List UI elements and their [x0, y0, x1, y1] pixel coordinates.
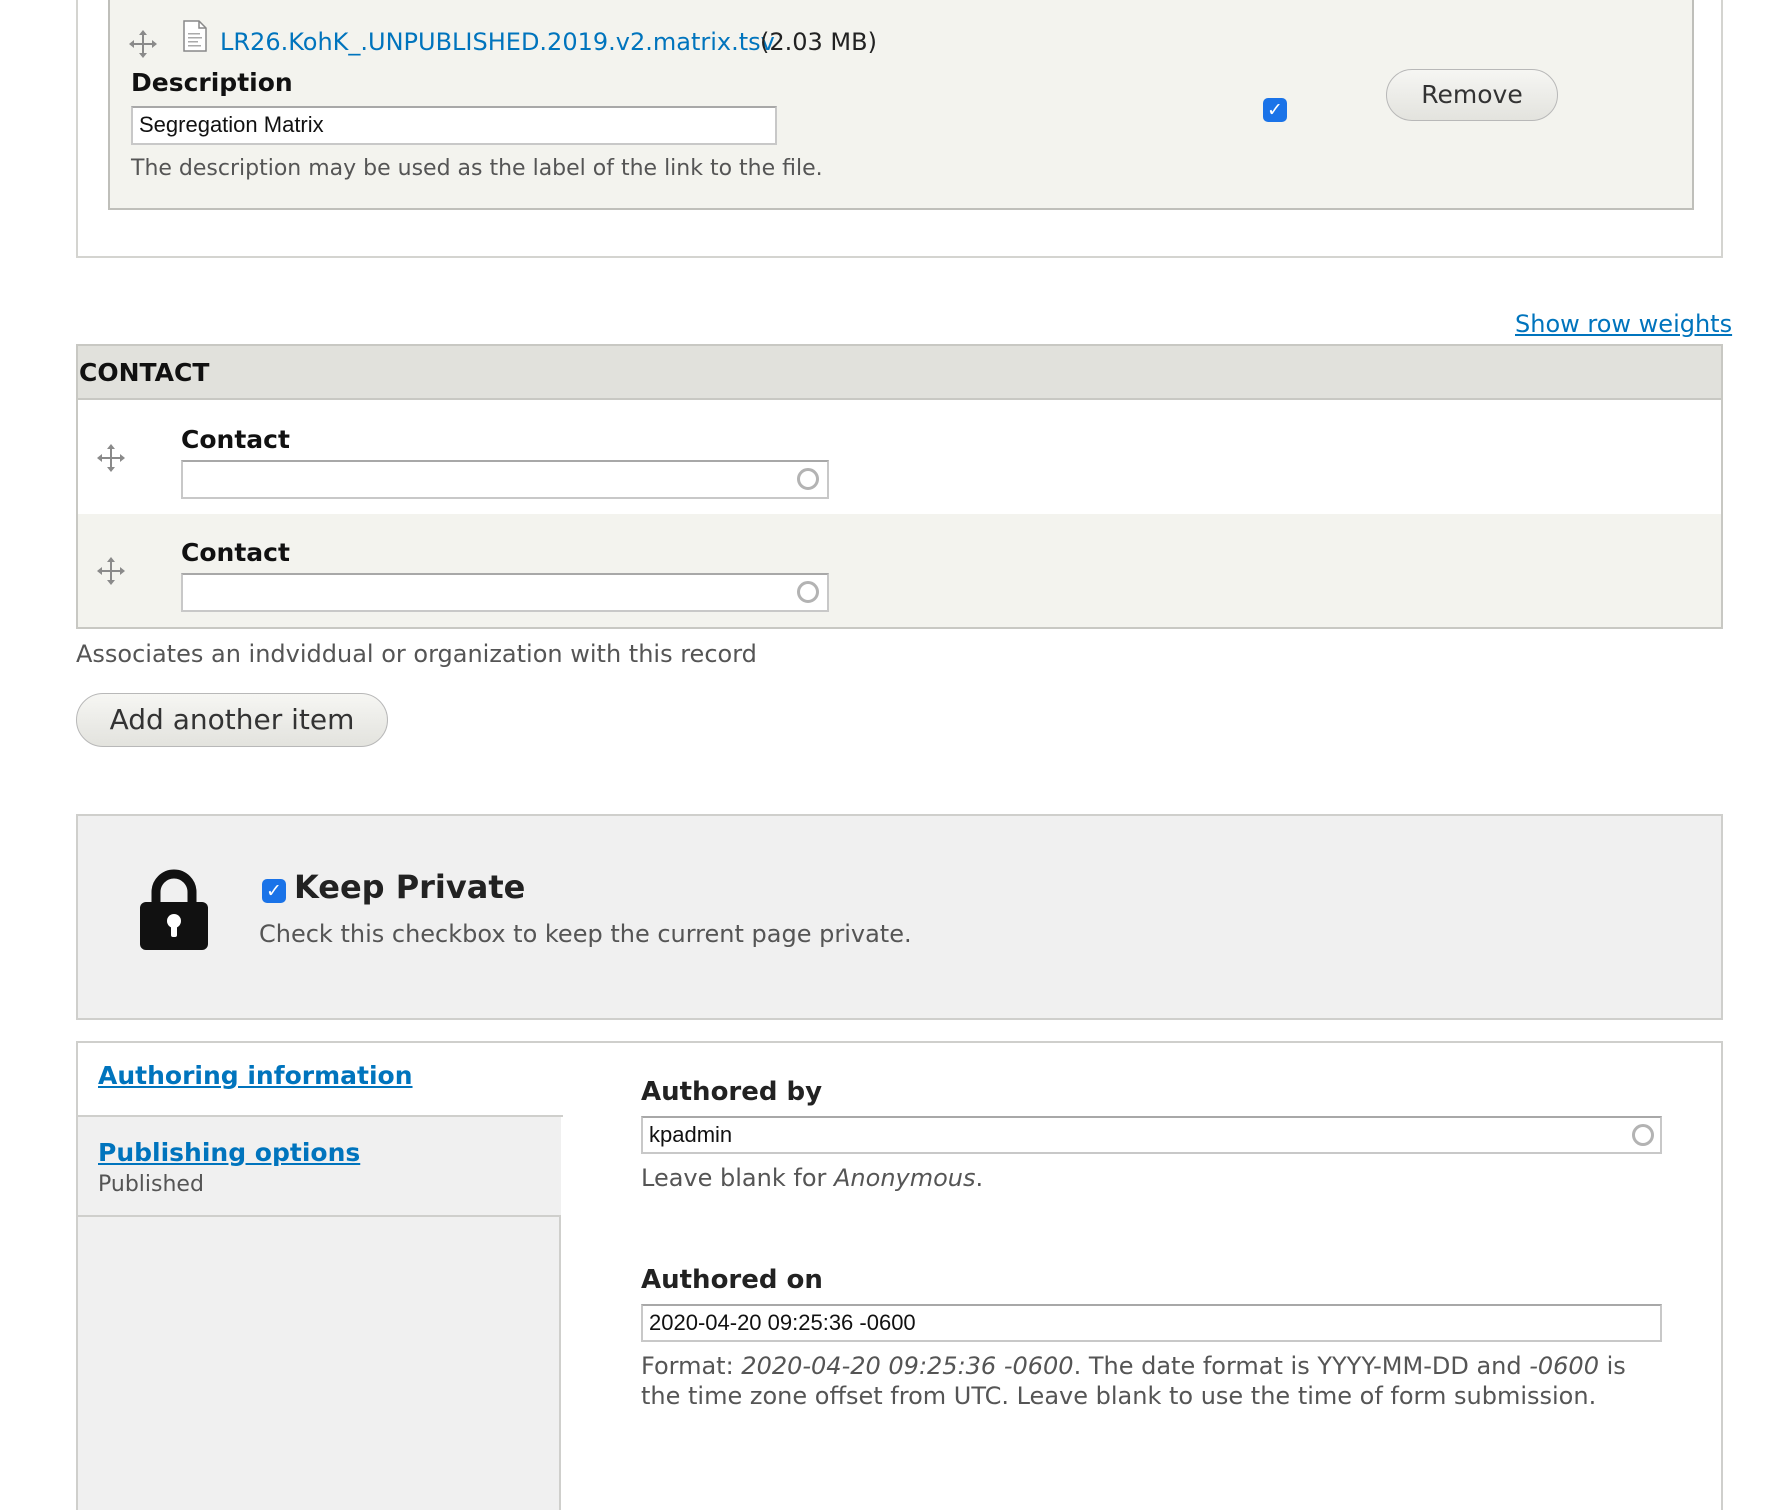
- description-help: The description may be used as the label…: [131, 156, 823, 181]
- add-another-item-button[interactable]: Add another item: [76, 693, 388, 747]
- contact-label-1: Contact: [181, 425, 290, 454]
- contact-input-1[interactable]: [181, 460, 829, 499]
- remove-button[interactable]: Remove: [1386, 69, 1558, 121]
- drag-handle-icon[interactable]: [128, 29, 158, 59]
- file-size: (2.03 MB): [760, 28, 877, 56]
- drag-handle-icon[interactable]: [96, 556, 126, 586]
- file-link[interactable]: LR26.KohK_.UNPUBLISHED.2019.v2.matrix.ts…: [220, 28, 775, 56]
- tab-publishing-options[interactable]: [78, 1117, 561, 1217]
- tab-publishing-options-summary: Published: [98, 1172, 204, 1197]
- authored-by-label: Authored by: [641, 1077, 823, 1107]
- keep-private-help: Check this checkbox to keep the current …: [259, 920, 912, 948]
- authored-by-input[interactable]: kpadmin: [641, 1116, 1662, 1154]
- tab-authoring-information-link[interactable]: Authoring information: [98, 1061, 413, 1090]
- authored-on-label: Authored on: [641, 1265, 823, 1295]
- contact-input-2[interactable]: [181, 573, 829, 612]
- authored-on-help-line2: the time zone offset from UTC. Leave bla…: [641, 1382, 1597, 1410]
- contact-help: Associates an indviddual or organization…: [76, 640, 757, 668]
- keep-private-checkbox[interactable]: ✓: [262, 879, 286, 903]
- keep-private-label: Keep Private: [294, 868, 526, 906]
- authored-on-input[interactable]: 2020-04-20 09:25:36 -0600: [641, 1304, 1662, 1342]
- document-icon: [183, 20, 207, 52]
- description-input[interactable]: Segregation Matrix: [131, 106, 777, 145]
- keep-private-panel: [76, 814, 1723, 1020]
- description-label: Description: [131, 68, 293, 97]
- autocomplete-icon: [1632, 1124, 1654, 1146]
- show-row-weights-link[interactable]: Show row weights: [1515, 310, 1732, 338]
- contact-label-2: Contact: [181, 538, 290, 567]
- autocomplete-icon: [797, 581, 819, 603]
- lock-icon: [138, 868, 210, 952]
- authored-by-help: Leave blank for Anonymous.: [641, 1164, 984, 1192]
- drag-handle-icon[interactable]: [96, 443, 126, 473]
- authored-on-help-line1: Format: 2020-04-20 09:25:36 -0600. The d…: [641, 1352, 1626, 1380]
- contact-header-label: CONTACT: [79, 358, 210, 387]
- file-display-checkbox[interactable]: ✓: [1263, 98, 1287, 122]
- autocomplete-icon: [797, 468, 819, 490]
- tab-publishing-options-link[interactable]: Publishing options: [98, 1138, 360, 1167]
- contact-table-header: [78, 346, 1721, 400]
